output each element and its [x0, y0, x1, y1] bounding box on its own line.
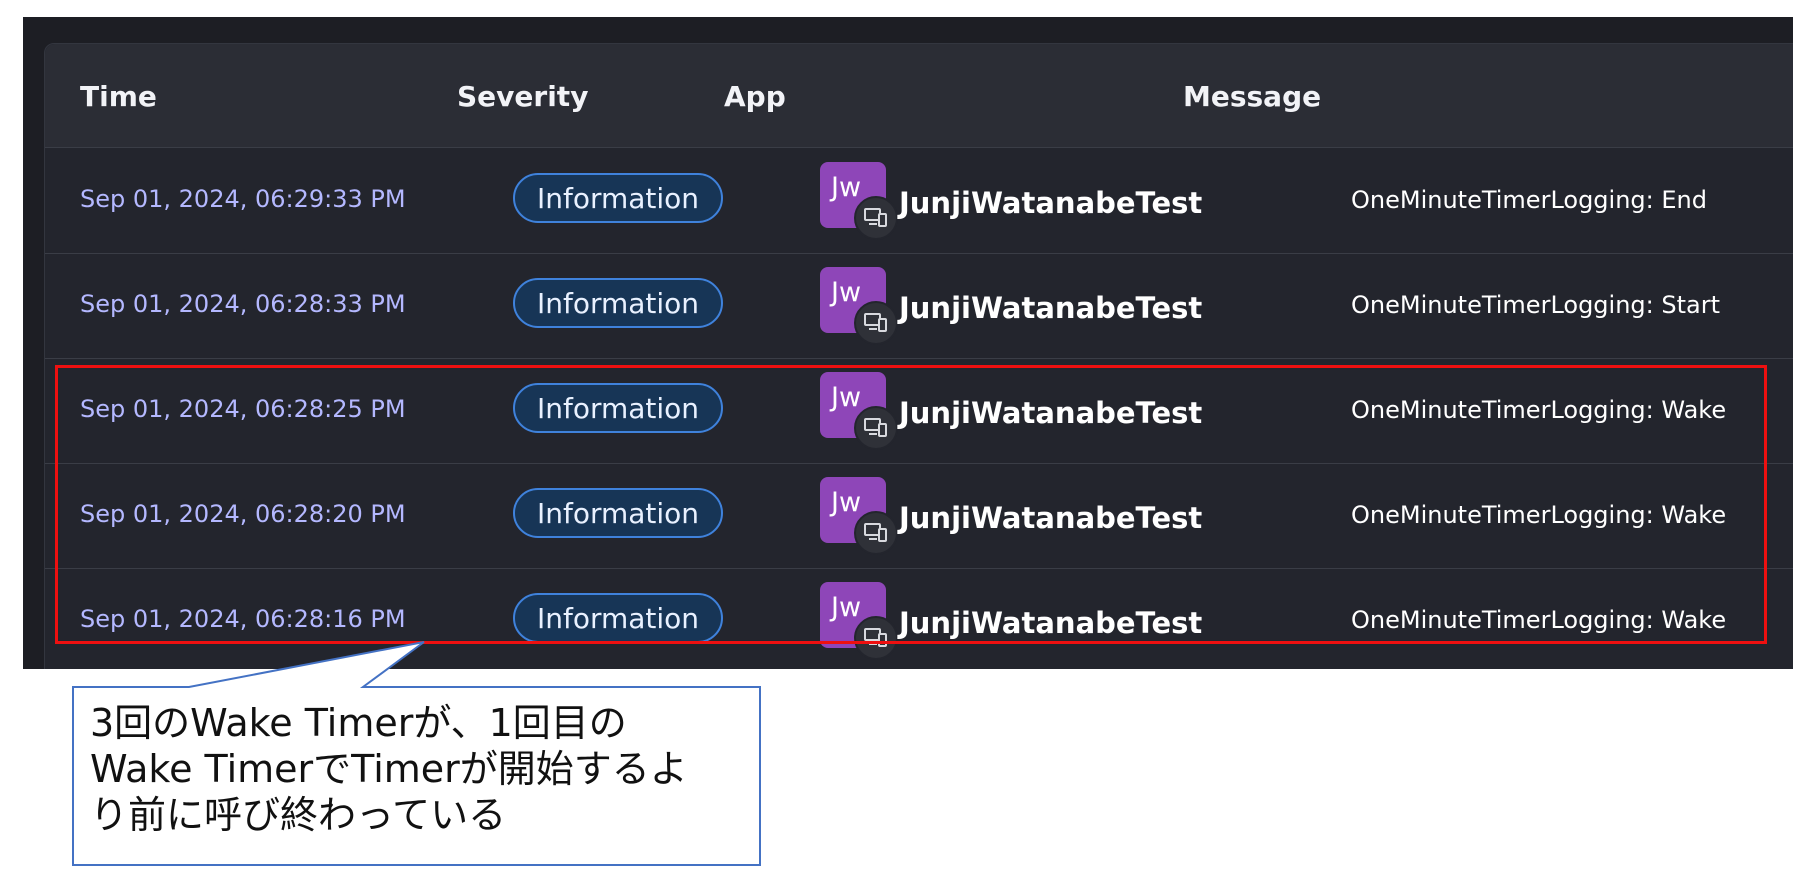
callout-line: 3回のWake Timerが、1回目の — [90, 701, 627, 745]
callout-text: 3回のWake Timerが、1回目の Wake TimerでTimerが開始す… — [90, 700, 770, 838]
callout-line: り前に呼び終わっている — [90, 793, 507, 837]
callout-line: Wake TimerでTimerが開始するよ — [90, 747, 688, 791]
